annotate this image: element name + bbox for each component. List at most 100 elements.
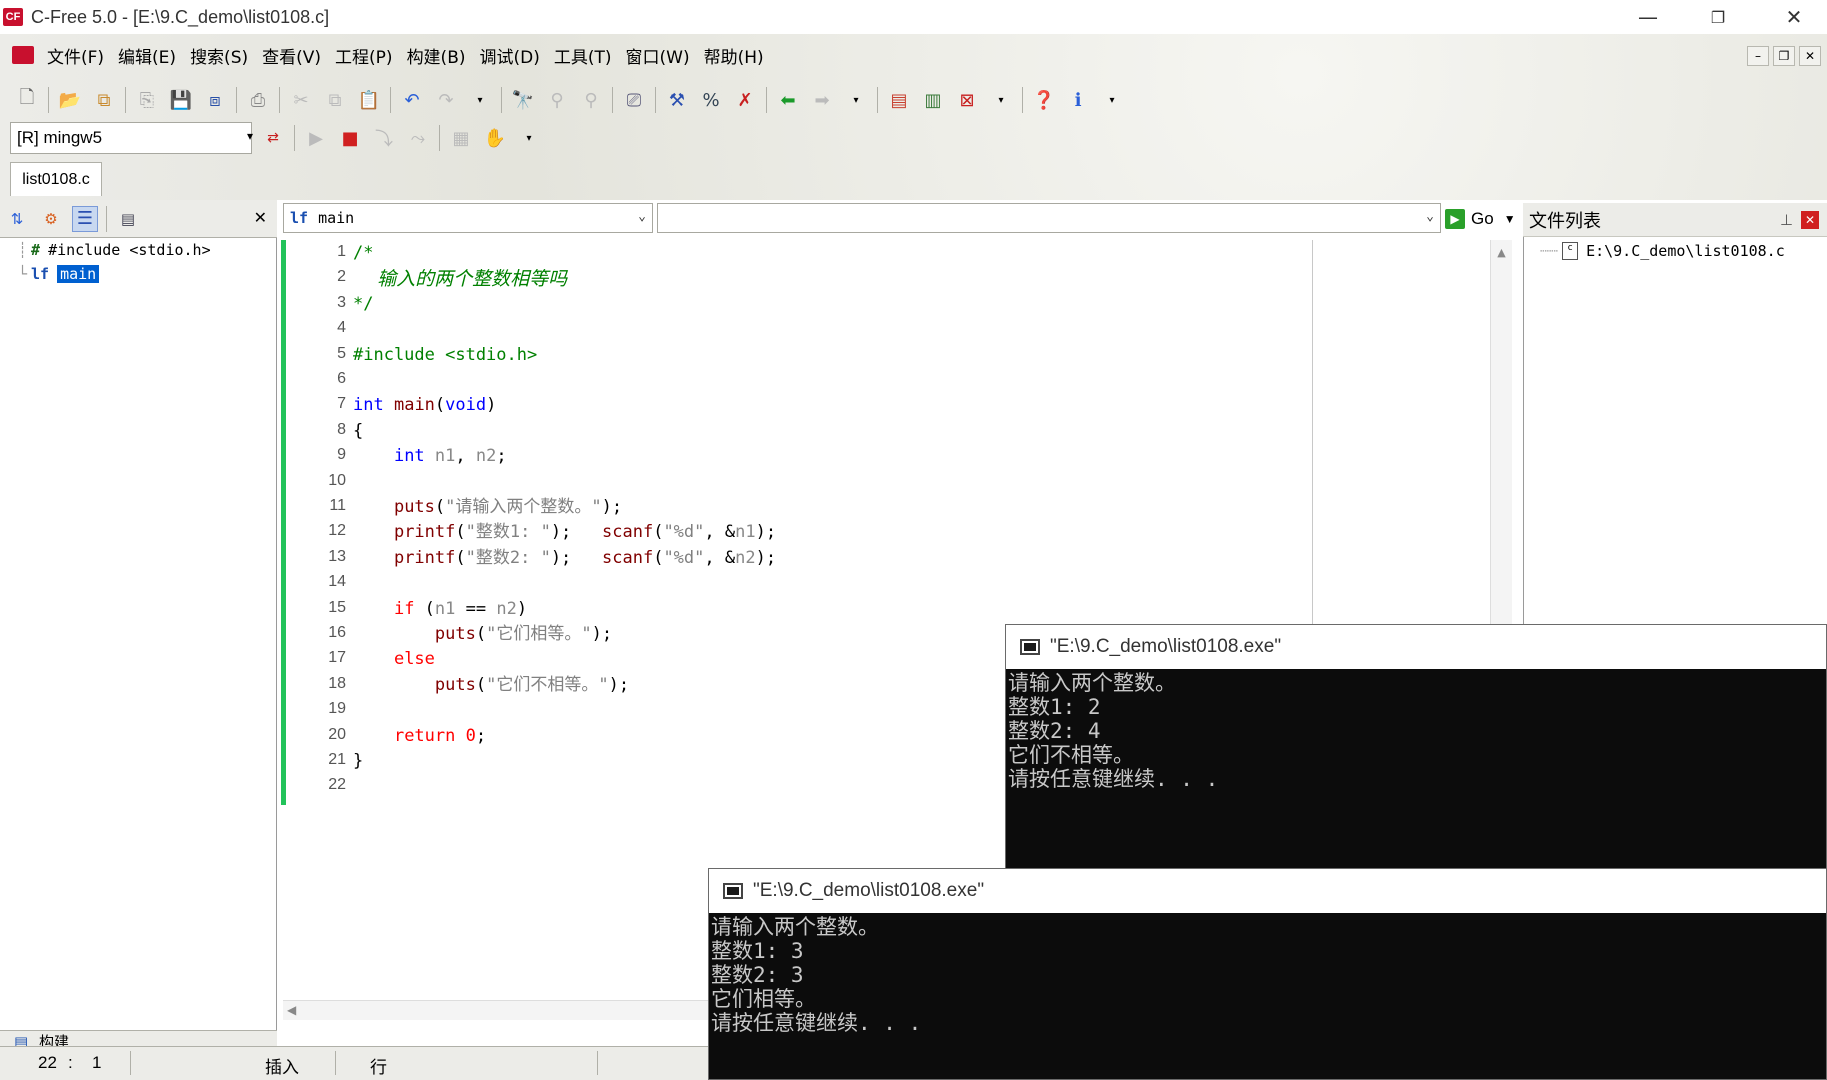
code-line[interactable]: puts("它们相等。"); <box>353 626 612 643</box>
menu-search[interactable]: 搜索(S) <box>183 43 255 68</box>
back-arrow-icon[interactable]: ⬅ <box>775 87 801 113</box>
stop-icon[interactable]: ■ <box>337 125 363 151</box>
find-icon[interactable]: 🔭 <box>510 87 536 113</box>
mdi-restore-button[interactable]: ❐ <box>1773 46 1795 66</box>
menu-bar: 文件(F) 编辑(E) 搜索(S) 查看(V) 工程(P) 构建(B) 调试(D… <box>0 38 1827 72</box>
close-icon[interactable]: ✕ <box>254 208 267 227</box>
cursor-col: 1 <box>92 1053 102 1072</box>
bookmark-icon[interactable]: ▤ <box>886 87 912 113</box>
step-over-icon[interactable]: ⤳ <box>405 125 431 151</box>
menu-window[interactable]: 窗口(W) <box>619 43 697 68</box>
dropdown-arrow-icon[interactable]: ▾ <box>516 125 542 151</box>
symbol-combo[interactable]: ⌄ <box>657 203 1441 233</box>
close-icon[interactable]: ✕ <box>1801 210 1819 229</box>
line-number: 21 <box>328 751 346 768</box>
divider <box>106 205 107 232</box>
tree-item-include[interactable]: ┊ # #include <stdio.h> <box>18 238 211 262</box>
code-line[interactable]: { <box>353 423 363 440</box>
stop-build-icon[interactable]: ✗ <box>732 87 758 113</box>
redo-icon[interactable]: ↷ <box>433 87 459 113</box>
find-prev-icon[interactable]: ⚲ <box>578 87 604 113</box>
restore-button[interactable]: ❐ <box>1690 0 1746 34</box>
function-combo[interactable]: lf main ⌄ <box>283 203 653 233</box>
menu-file[interactable]: 文件(F) <box>40 43 111 68</box>
code-line[interactable]: else <box>353 651 435 668</box>
bookmark-next-icon[interactable]: ▥ <box>920 87 946 113</box>
divider <box>48 87 49 113</box>
file-list-item[interactable]: ┈┈ c E:\9.C_demo\list0108.c <box>1540 242 1785 260</box>
dropdown-arrow-icon[interactable]: ▾ <box>1099 87 1125 113</box>
chevron-down-icon: ⌄ <box>1426 209 1434 224</box>
menu-debug[interactable]: 调试(D) <box>473 43 547 68</box>
hand-icon[interactable]: ✋ <box>482 125 508 151</box>
divider <box>612 87 613 113</box>
help-icon[interactable]: ❓ <box>1031 87 1057 113</box>
code-line[interactable]: puts("请输入两个整数。"); <box>353 499 622 516</box>
menu-help[interactable]: 帮助(H) <box>697 43 771 68</box>
find-next-icon[interactable]: ⚲ <box>544 87 570 113</box>
line-number: 22 <box>328 776 346 793</box>
code-line[interactable]: int main(void) <box>353 397 496 414</box>
info-icon[interactable]: ℹ <box>1065 87 1091 113</box>
menu-build[interactable]: 构建(B) <box>400 43 473 68</box>
code-line[interactable]: int n1, n2; <box>353 448 507 465</box>
code-line[interactable]: return 0; <box>353 728 486 745</box>
save-all-icon[interactable]: ⧈ <box>202 87 228 113</box>
mdi-close-button[interactable]: ✕ <box>1799 46 1821 66</box>
watch-icon[interactable]: ▦ <box>448 125 474 151</box>
print-icon[interactable]: ⎙ <box>245 87 271 113</box>
line-number: 7 <box>337 395 346 412</box>
forward-arrow-icon[interactable]: ➡ <box>809 87 835 113</box>
save-icon[interactable]: 💾 <box>168 87 194 113</box>
menu-project[interactable]: 工程(P) <box>328 43 400 68</box>
minimize-button[interactable]: — <box>1620 0 1676 34</box>
new-file-icon[interactable]: 🗋 <box>14 87 40 113</box>
dropdown-arrow-icon[interactable]: ▾ <box>467 87 493 113</box>
menu-edit[interactable]: 编辑(E) <box>111 43 183 68</box>
close-file-icon[interactable]: ⎘ <box>134 87 160 113</box>
build-icon[interactable]: % <box>698 87 724 113</box>
compiler-select[interactable]: [R] mingw5 ▾ <box>10 122 253 154</box>
pin-icon[interactable]: ⊥ <box>1780 211 1793 229</box>
menu-view[interactable]: 查看(V) <box>255 43 328 68</box>
code-line[interactable]: #include <stdio.h> <box>353 347 537 364</box>
menu-tools[interactable]: 工具(T) <box>547 43 619 68</box>
open-project-icon[interactable]: ⧉ <box>91 87 117 113</box>
dropdown-arrow-icon[interactable]: ▾ <box>988 87 1014 113</box>
code-line[interactable]: } <box>353 753 363 770</box>
console-window-2[interactable]: "E:\9.C_demo\list0108.exe" 请输入两个整数。 整数1:… <box>708 868 1827 1080</box>
code-line[interactable]: */ <box>353 296 373 313</box>
undo-icon[interactable]: ↶ <box>399 87 425 113</box>
details-icon[interactable]: ▤ <box>115 206 141 232</box>
code-line[interactable]: 输入的两个整数相等吗 <box>353 270 567 289</box>
vertical-scrollbar[interactable]: ▲ <box>1490 240 1512 640</box>
copy-icon[interactable]: ⧉ <box>322 87 348 113</box>
bookmark-clear-icon[interactable]: ⊠ <box>954 87 980 113</box>
console-window-1[interactable]: "E:\9.C_demo\list0108.exe" 请输入两个整数。 整数1:… <box>1005 624 1827 872</box>
step-icon[interactable]: ⤵ <box>371 125 397 151</box>
code-line[interactable]: printf("整数2: "); scanf("%d", &n2); <box>353 550 776 567</box>
filter-icon[interactable]: ⚙ <box>38 206 64 232</box>
function-icon: lf <box>290 209 309 227</box>
code-line[interactable]: printf("整数1: "); scanf("%d", &n1); <box>353 524 776 541</box>
replace-icon[interactable]: ⎚ <box>621 87 647 113</box>
list-view-icon[interactable]: ☰ <box>72 205 98 232</box>
run-icon[interactable]: ▶ <box>303 125 329 151</box>
open-folder-icon[interactable]: 📂 <box>57 87 83 113</box>
tree-item-main[interactable]: └ lf main <box>18 262 211 286</box>
go-button[interactable]: ▶ Go ▼ <box>1445 204 1523 234</box>
compile-icon[interactable]: ⚒ <box>664 87 690 113</box>
switch-compiler-icon[interactable]: ⇄ <box>260 125 286 151</box>
mdi-minimize-button[interactable]: – <box>1747 46 1769 66</box>
line-number: 14 <box>328 573 346 590</box>
dropdown-arrow-icon[interactable]: ▾ <box>843 87 869 113</box>
code-line[interactable]: if (n1 == n2) <box>353 601 527 618</box>
paste-icon[interactable]: 📋 <box>356 87 382 113</box>
line-number: 1 <box>337 243 346 260</box>
close-button[interactable]: ✕ <box>1766 0 1822 34</box>
tab-list0108[interactable]: list0108.c <box>10 162 102 196</box>
cut-icon[interactable]: ✂ <box>288 87 314 113</box>
code-line[interactable]: puts("它们不相等。"); <box>353 677 629 694</box>
sort-icon[interactable]: ⇅ <box>4 206 30 232</box>
code-line[interactable]: /* <box>353 245 373 262</box>
